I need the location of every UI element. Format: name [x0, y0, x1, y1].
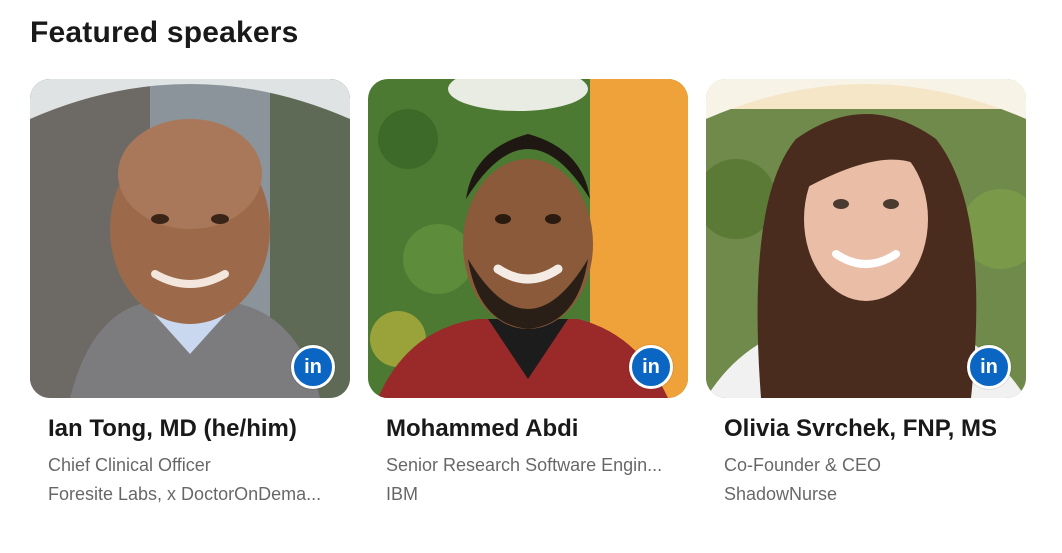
speaker-card[interactable]: in Mohammed Abdi Senior Research Softwar…: [368, 79, 688, 504]
speaker-name[interactable]: Ian Tong, MD (he/him): [30, 415, 350, 443]
speaker-role: Senior Research Software Engin...: [386, 455, 663, 475]
speaker-company: ShadowNurse: [724, 484, 838, 504]
speaker-role: Co-Founder & CEO: [724, 455, 882, 475]
linkedin-icon[interactable]: in: [629, 345, 673, 389]
speaker-company: IBM: [386, 484, 419, 504]
linkedin-icon[interactable]: in: [967, 345, 1011, 389]
speaker-name[interactable]: Mohammed Abdi: [368, 415, 688, 443]
linkedin-icon[interactable]: in: [291, 345, 335, 389]
speaker-card[interactable]: in Ian Tong, MD (he/him) Chief Clinical …: [30, 79, 350, 504]
speaker-photo[interactable]: in: [368, 79, 688, 398]
speaker-company: Foresite Labs, x DoctorOnDema...: [48, 484, 322, 504]
section-title: Featured speakers: [30, 16, 299, 49]
speaker-photo[interactable]: in: [706, 79, 1026, 398]
speaker-card[interactable]: in Olivia Svrchek, FNP, MS Co-Founder & …: [706, 79, 1026, 504]
speaker-role: Chief Clinical Officer: [48, 455, 211, 475]
speaker-photo[interactable]: in: [30, 79, 350, 398]
speaker-name[interactable]: Olivia Svrchek, FNP, MS: [706, 415, 1026, 443]
featured-speakers-section: Featured speakers in Ian Tong, MD (he/hi…: [0, 0, 1062, 553]
